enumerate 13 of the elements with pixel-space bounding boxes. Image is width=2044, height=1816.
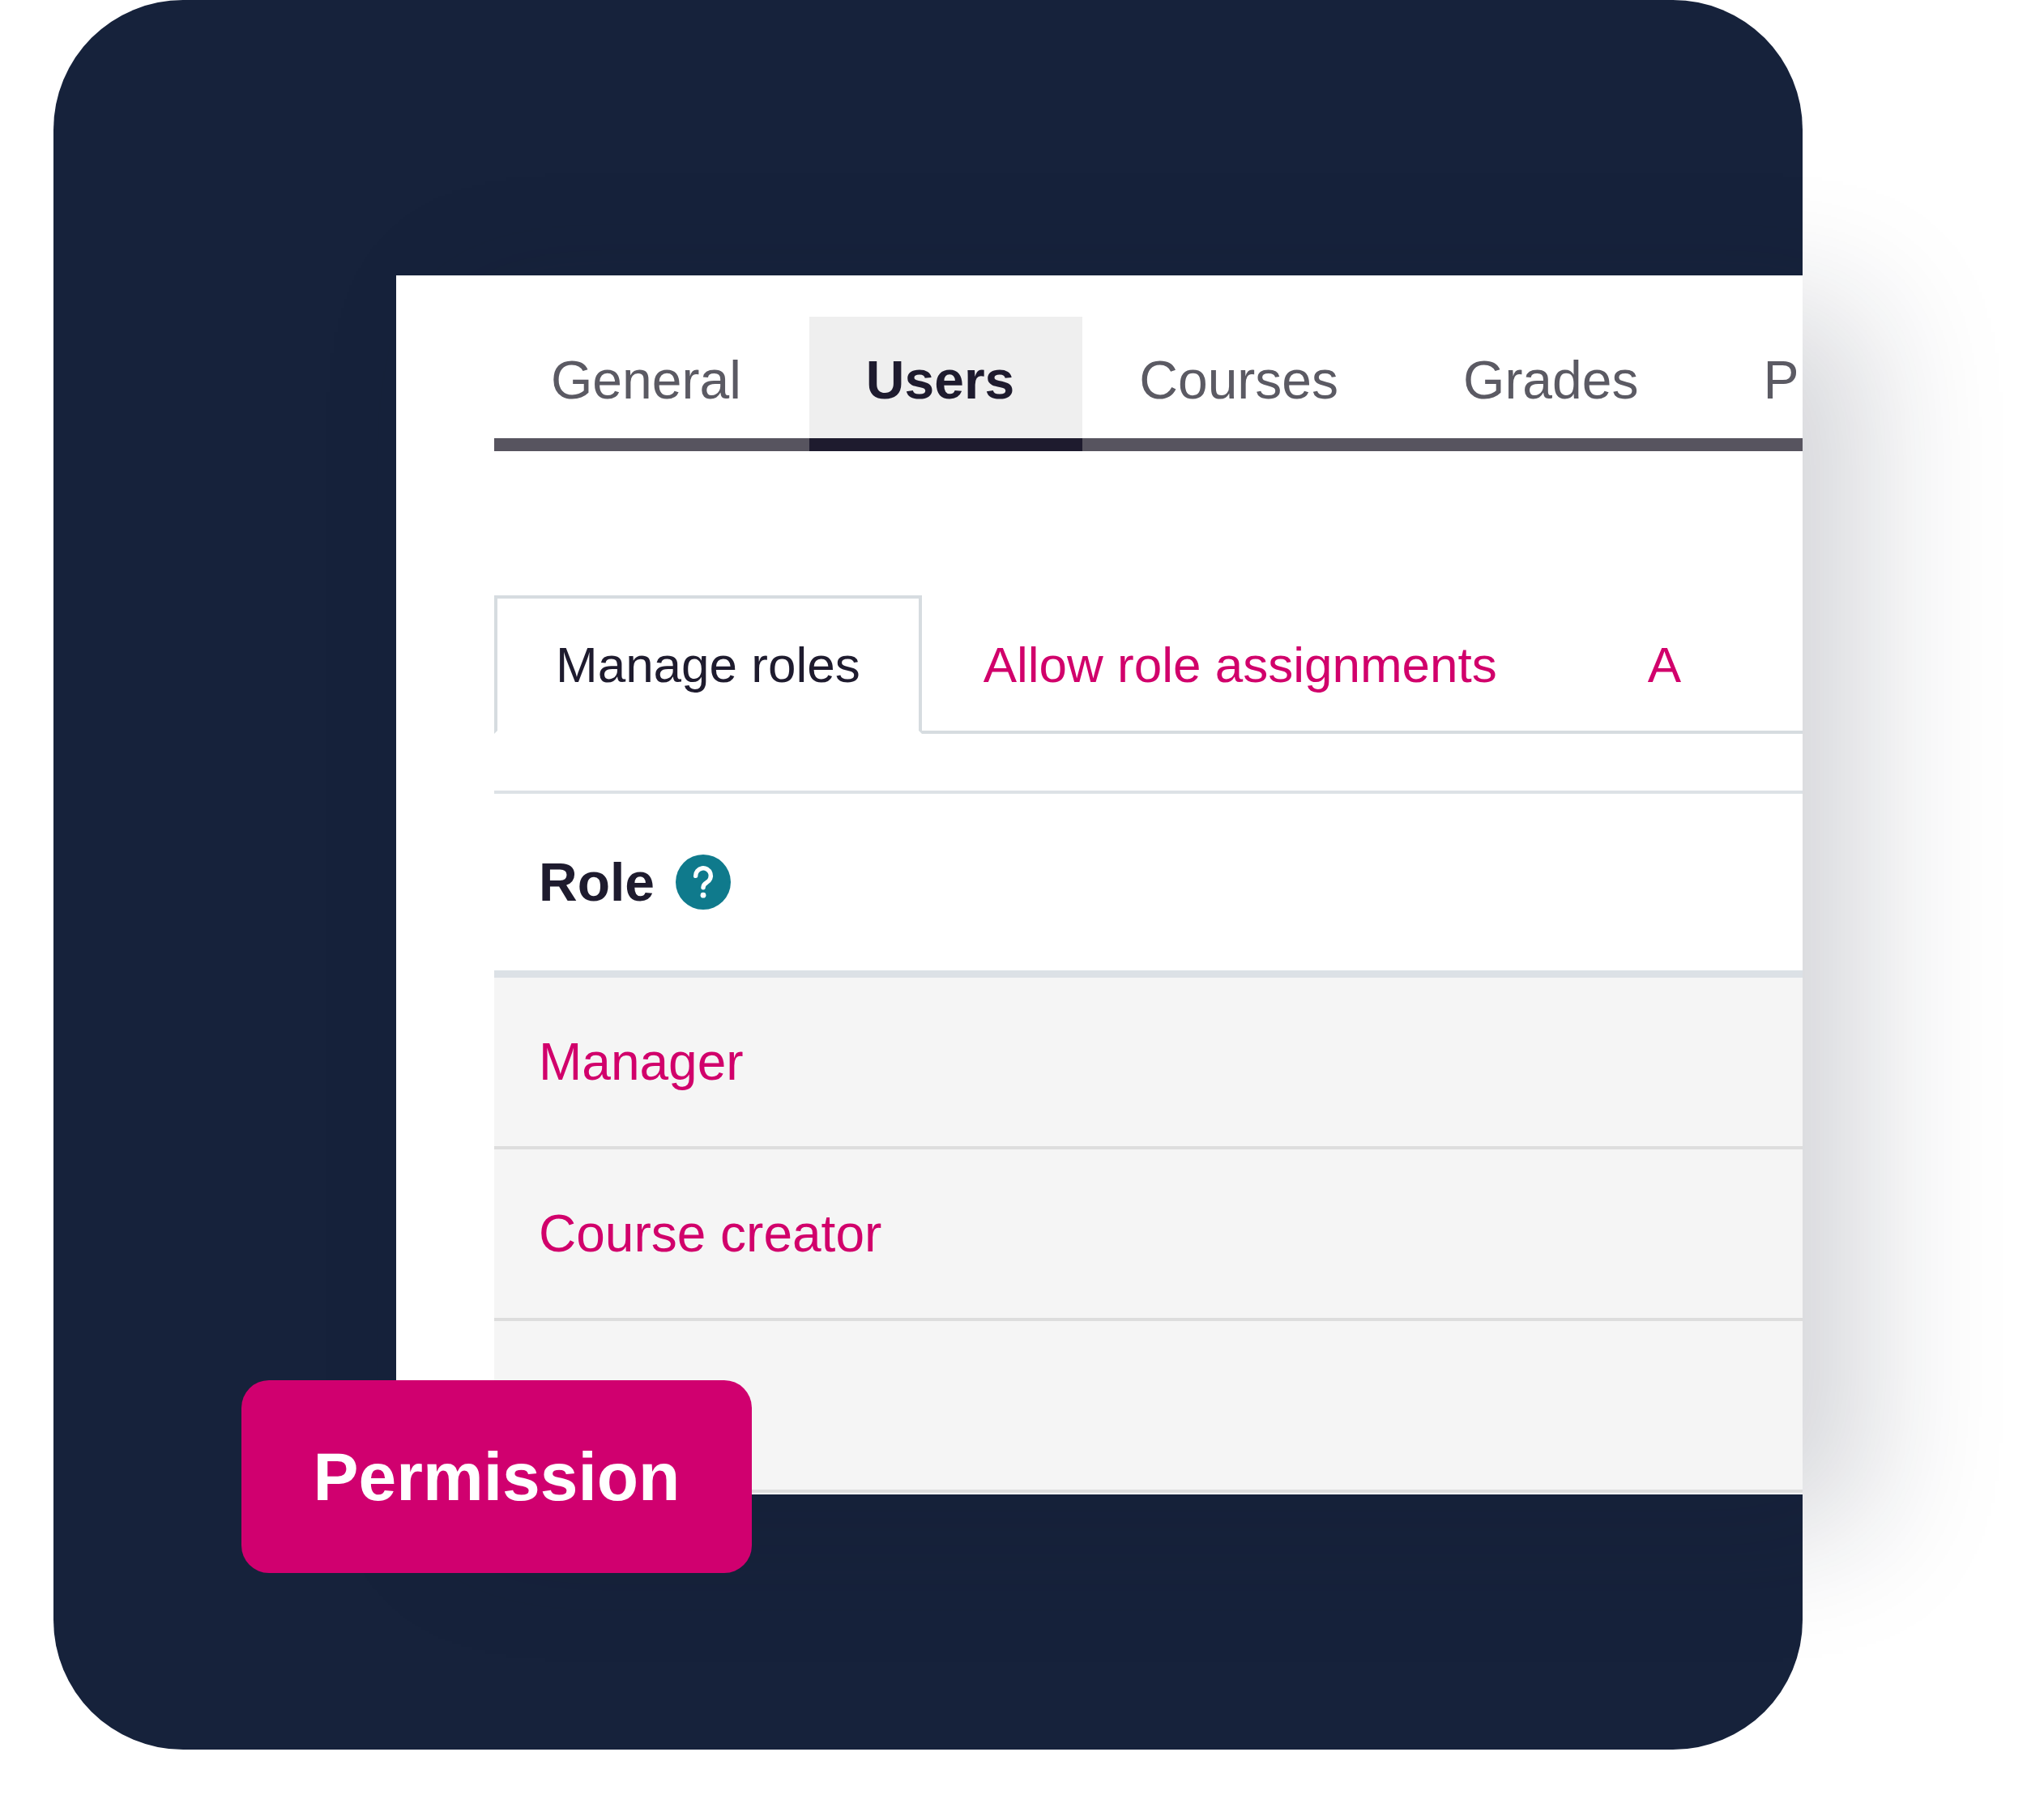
- subtab[interactable]: Allow role assignments: [921, 595, 1586, 734]
- tab[interactable]: P: [1706, 317, 1803, 438]
- tab[interactable]: Users: [809, 317, 1083, 451]
- tab[interactable]: Courses: [1082, 317, 1407, 438]
- tab[interactable]: General: [494, 317, 809, 438]
- help-icon[interactable]: [676, 855, 732, 910]
- role-link[interactable]: Course creator: [539, 1204, 882, 1264]
- feature-badge: Permission: [241, 1380, 752, 1573]
- column-header: Role: [539, 851, 655, 913]
- role-link[interactable]: Manager: [539, 1032, 744, 1092]
- subtab[interactable]: Manage roles: [494, 595, 922, 734]
- subtab[interactable]: A: [1585, 595, 1771, 734]
- tab[interactable]: Grades: [1406, 317, 1707, 438]
